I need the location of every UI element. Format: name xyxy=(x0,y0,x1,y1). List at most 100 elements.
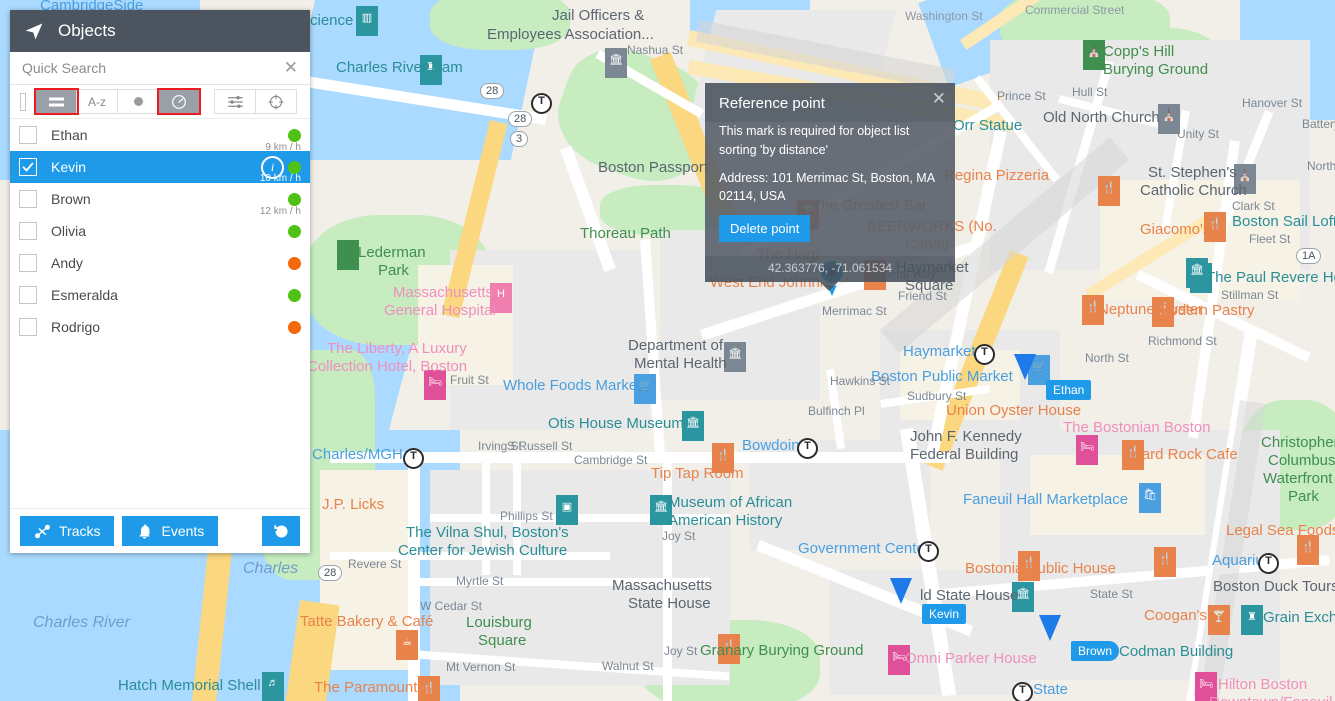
objects-panel[interactable]: Objects ✕ A-z xyxy=(10,10,310,553)
events-label: Events xyxy=(161,523,205,539)
object-list[interactable]: Ethan 9 km / h Kevin i 10 km / h Brown 12 km /… xyxy=(10,119,310,508)
attraction-pin-icon: ▣ xyxy=(556,495,578,525)
map-label: Granary Burying Ground xyxy=(700,642,864,659)
panel-extra-group[interactable] xyxy=(214,89,297,114)
restaurant-pin-icon-8: 🍴 xyxy=(1154,547,1176,577)
government-pin-icon-2: 🏛 xyxy=(724,342,746,372)
crosshair-target-icon xyxy=(268,93,284,110)
map-label: Hard Rock Cafe xyxy=(1131,446,1238,463)
object-checkbox[interactable] xyxy=(19,126,37,144)
filter-settings-button[interactable] xyxy=(215,90,256,113)
route-shield: 28 xyxy=(480,83,505,99)
list-item[interactable]: Brown 12 km / h xyxy=(10,183,310,217)
museum-pin-icon-2: 🏛 xyxy=(682,411,704,441)
list-lines-icon xyxy=(48,97,64,106)
transit-stop-icon: T xyxy=(1258,553,1279,574)
map-label: Hatch Memorial Shell xyxy=(118,677,261,694)
object-checkbox[interactable] xyxy=(19,318,37,336)
map-label: Prince St xyxy=(997,89,1046,103)
popup-address: Address: 101 Merrimac St, Boston, MA 021… xyxy=(719,170,935,204)
map-label: Fleet St xyxy=(1249,232,1291,246)
transit-stop-icon: T xyxy=(797,438,818,459)
a-z-icon: A-z xyxy=(88,94,106,109)
object-name: Ethan xyxy=(51,127,88,143)
transit-stop-icon: T xyxy=(531,93,552,114)
quick-search-bar[interactable]: ✕ xyxy=(10,52,310,85)
map-label: Lederman xyxy=(358,244,426,261)
reference-point-popup[interactable]: ✕ Reference point This mark is required … xyxy=(705,83,955,291)
map-label: Giacomo's xyxy=(1140,221,1211,238)
map-label: Walnut St xyxy=(602,659,654,673)
panel-toolbar[interactable]: A-z xyxy=(10,85,310,119)
map-label: Burying Ground xyxy=(1103,61,1209,78)
list-item[interactable]: Andy xyxy=(10,247,310,279)
map-label: Park xyxy=(1288,488,1319,505)
map-label: Faneuil Hall Marketplace xyxy=(963,491,1129,508)
track-route-icon xyxy=(34,524,51,538)
object-checkbox[interactable] xyxy=(19,222,37,240)
object-checkbox[interactable] xyxy=(19,158,37,176)
map-label: The Liberty, A Luxury xyxy=(327,340,467,357)
delete-point-button[interactable]: Delete point xyxy=(719,215,811,242)
popup-description: This mark is required for object list so… xyxy=(719,124,910,157)
object-marker-label[interactable]: Kevin xyxy=(922,604,967,624)
popup-pointer xyxy=(820,282,838,291)
sort-speed-button[interactable] xyxy=(157,88,201,115)
map-label: Orr Statue xyxy=(953,117,1023,134)
map-label: Commercial Street xyxy=(1025,3,1125,17)
close-icon[interactable]: ✕ xyxy=(282,58,300,78)
tracks-button[interactable]: Tracks xyxy=(20,516,115,546)
speedometer-icon xyxy=(172,94,186,109)
map-label: Catholic Church xyxy=(1140,182,1247,199)
panel-title: Objects xyxy=(58,21,116,40)
map-label: Boston Duck Tours xyxy=(1213,578,1335,595)
map-label: Codman Building xyxy=(1119,643,1234,660)
map-label: Merrimac St xyxy=(822,304,887,318)
map-label: Christopher xyxy=(1261,434,1335,451)
object-name: Olivia xyxy=(51,223,87,239)
list-item[interactable]: Olivia xyxy=(10,215,310,247)
map-label: American History xyxy=(668,512,783,529)
restaurant-pin-icon-3: 🍴 xyxy=(1098,176,1120,206)
map-label: State House xyxy=(628,595,711,612)
object-marker-label[interactable]: Brown xyxy=(1071,641,1120,661)
government-pin-icon: 🏛 xyxy=(605,48,627,78)
search-input[interactable] xyxy=(20,59,282,77)
close-icon[interactable]: ✕ xyxy=(932,89,946,109)
status-dot xyxy=(288,256,301,270)
list-item[interactable]: Ethan 9 km / h xyxy=(10,119,310,153)
map-label: Old North Church xyxy=(1043,109,1160,126)
list-item[interactable]: Esmeralda xyxy=(10,279,310,311)
object-checkbox[interactable] xyxy=(19,190,37,208)
sort-alpha-button[interactable]: A-z xyxy=(77,90,118,113)
map-label: Hilton Boston xyxy=(1218,676,1308,693)
bar-pin-icon: 🍸 xyxy=(1208,605,1230,635)
list-item[interactable]: Rodrigo xyxy=(10,311,310,343)
map-label: Fruit St xyxy=(450,373,489,387)
panel-footer[interactable]: Tracks Events xyxy=(10,508,310,553)
select-all-checkbox[interactable] xyxy=(20,92,26,111)
navigation-arrow-icon xyxy=(25,23,43,40)
route-shield: 28 xyxy=(508,111,533,127)
reference-point-button[interactable] xyxy=(256,90,296,113)
map-label: State St xyxy=(1090,587,1133,601)
history-button[interactable] xyxy=(262,516,300,546)
map-label: Washington St xyxy=(905,9,983,23)
history-clock-icon xyxy=(273,524,288,537)
list-view-button[interactable] xyxy=(34,88,79,115)
map-label: Museum of African xyxy=(668,494,793,511)
map-label: Unity St xyxy=(1177,127,1220,141)
map-label: Haymarket xyxy=(903,343,976,360)
object-name: Brown xyxy=(51,191,91,207)
object-checkbox[interactable] xyxy=(19,254,37,272)
view-mode-group[interactable]: A-z xyxy=(34,88,201,115)
sort-status-button[interactable] xyxy=(118,90,159,113)
direction-arrow-icon xyxy=(1014,354,1036,380)
object-checkbox[interactable] xyxy=(19,286,37,304)
map-label: Federal Building xyxy=(910,446,1019,463)
events-button[interactable]: Events xyxy=(122,516,219,546)
list-item[interactable]: Kevin i 10 km / h xyxy=(10,151,310,184)
map-label: Hanover St xyxy=(1242,96,1303,110)
map-label: Charles/MGH xyxy=(312,446,403,463)
object-marker-label[interactable]: Ethan xyxy=(1046,380,1092,400)
